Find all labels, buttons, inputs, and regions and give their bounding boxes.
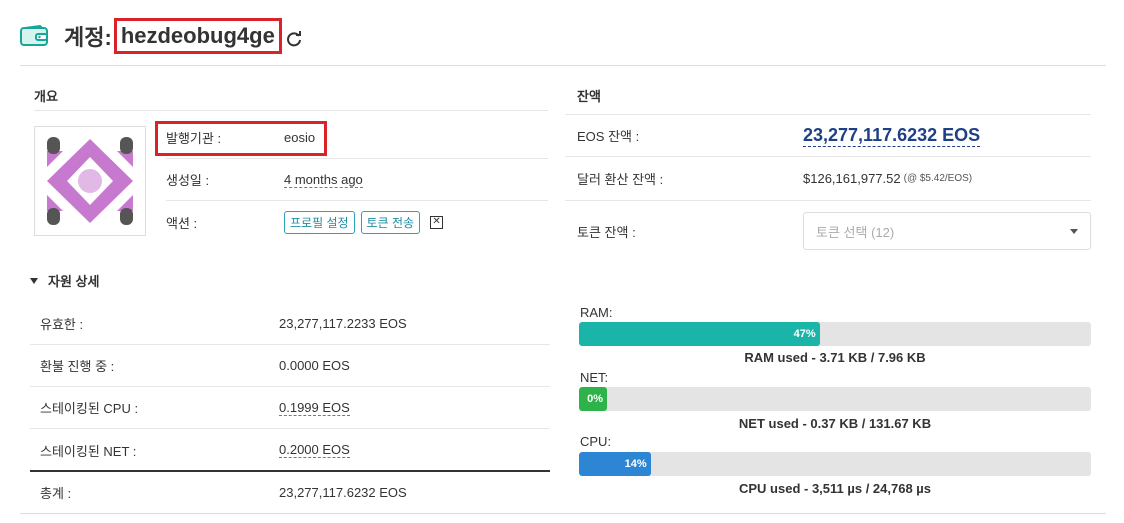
resource-label: 유효한 : <box>40 317 84 332</box>
ram-caption: RAM used - 3.71 KB / 7.96 KB <box>744 350 926 365</box>
usd-rate: (@ $5.42/EOS) <box>903 173 973 184</box>
ram-percent: 47% <box>793 328 816 340</box>
wallet-icon <box>20 25 48 46</box>
net-progress-fill: 0% <box>579 387 607 411</box>
token-balance-row: 토큰 잔액 : 토큰 선택 (12) <box>565 201 1091 261</box>
avatar <box>34 126 146 236</box>
table-row: 스테이킹된 CPU : 0.1999 EOS <box>30 387 550 429</box>
close-icon[interactable]: ✕ <box>430 215 444 229</box>
token-select-value: 토큰 선택 (12) <box>816 224 895 240</box>
balance-title: 잔액 <box>577 89 601 104</box>
chevron-down-icon <box>1070 228 1078 234</box>
cpu-label: CPU: <box>580 434 612 449</box>
cpu-caption: CPU used - 3,511 µs / 24,768 µs <box>738 481 932 496</box>
cpu-progress-fill: 14% <box>579 452 651 476</box>
page-title-prefix: 계정: <box>64 25 112 50</box>
usd-balance-row: 달러 환산 잔액 : $126,161,977.52 (@ $5.42/EOS) <box>565 157 1091 201</box>
identicon-icon <box>47 137 133 225</box>
issuer-highlight-box <box>155 121 327 156</box>
net-progress-bar: 0% <box>579 387 1091 411</box>
usd-balance-label: 달러 환산 잔액 : <box>577 172 664 187</box>
ram-progress-bar: 47% <box>579 322 1091 346</box>
created-row: 생성일 : 4 months ago <box>166 159 548 201</box>
page-header: 계정: hezdeobug4ge <box>20 14 302 58</box>
eos-balance-value[interactable]: 23,277,117.6232 EOS <box>803 125 981 147</box>
net-caption: NET used - 0.37 KB / 131.67 KB <box>738 416 932 431</box>
eos-balance-row: EOS 잔액 : 23,277,117.6232 EOS <box>565 115 1091 157</box>
cpu-percent: 14% <box>624 458 647 470</box>
net-percent: 0% <box>587 393 603 405</box>
actions-row: 액션 : 프로필 설정 토큰 전송 ✕ <box>166 201 548 243</box>
ram-progress-fill: 47% <box>579 322 820 346</box>
resources-toggle[interactable]: 자원 상세 <box>30 271 99 290</box>
resource-label: 환불 진행 중 : <box>40 359 115 374</box>
profile-settings-button[interactable]: 프로필 설정 <box>284 210 355 234</box>
table-row: 환불 진행 중 : 0.0000 EOS <box>30 345 550 387</box>
overview-divider <box>34 110 548 111</box>
resource-label: 스테이킹된 NET : <box>40 443 137 459</box>
bottom-divider <box>20 513 1106 514</box>
table-row: 스테이킹된 NET : 0.2000 EOS <box>30 429 550 471</box>
staked-cpu-value[interactable]: 0.1999 EOS <box>279 400 350 416</box>
account-name: hezdeobug4ge <box>113 18 282 54</box>
caret-down-icon <box>30 277 38 284</box>
resource-label: 스테이킹된 CPU : <box>40 401 139 416</box>
ram-label: RAM: <box>580 305 613 320</box>
overview-title: 개요 <box>34 89 58 104</box>
staked-net-value[interactable]: 0.2000 EOS <box>279 442 350 458</box>
refresh-icon[interactable] <box>286 31 302 47</box>
token-balance-label: 토큰 잔액 : <box>577 224 636 240</box>
created-label: 생성일 : <box>166 173 210 188</box>
total-label: 총계 : <box>40 485 72 501</box>
net-label: NET: <box>580 370 609 385</box>
usd-balance-value: $126,161,977.52 <box>803 171 901 186</box>
table-row: 유효한 : 23,277,117.2233 EOS <box>30 303 550 345</box>
resources-title: 자원 상세 <box>48 274 100 289</box>
eos-balance-label: EOS 잔액 : <box>577 129 640 144</box>
total-row: 총계 : 23,277,117.6232 EOS <box>30 470 550 512</box>
token-select[interactable]: 토큰 선택 (12) <box>803 212 1091 250</box>
actions-label: 액션 : <box>166 215 198 231</box>
created-value[interactable]: 4 months ago <box>284 172 363 188</box>
resource-value: 23,277,117.2233 EOS <box>279 316 407 331</box>
token-transfer-button[interactable]: 토큰 전송 <box>360 210 421 234</box>
cpu-progress-bar: 14% <box>579 452 1091 476</box>
resource-value: 0.0000 EOS <box>279 358 350 373</box>
total-value: 23,277,117.6232 EOS <box>279 484 407 500</box>
header-divider <box>20 65 1106 66</box>
